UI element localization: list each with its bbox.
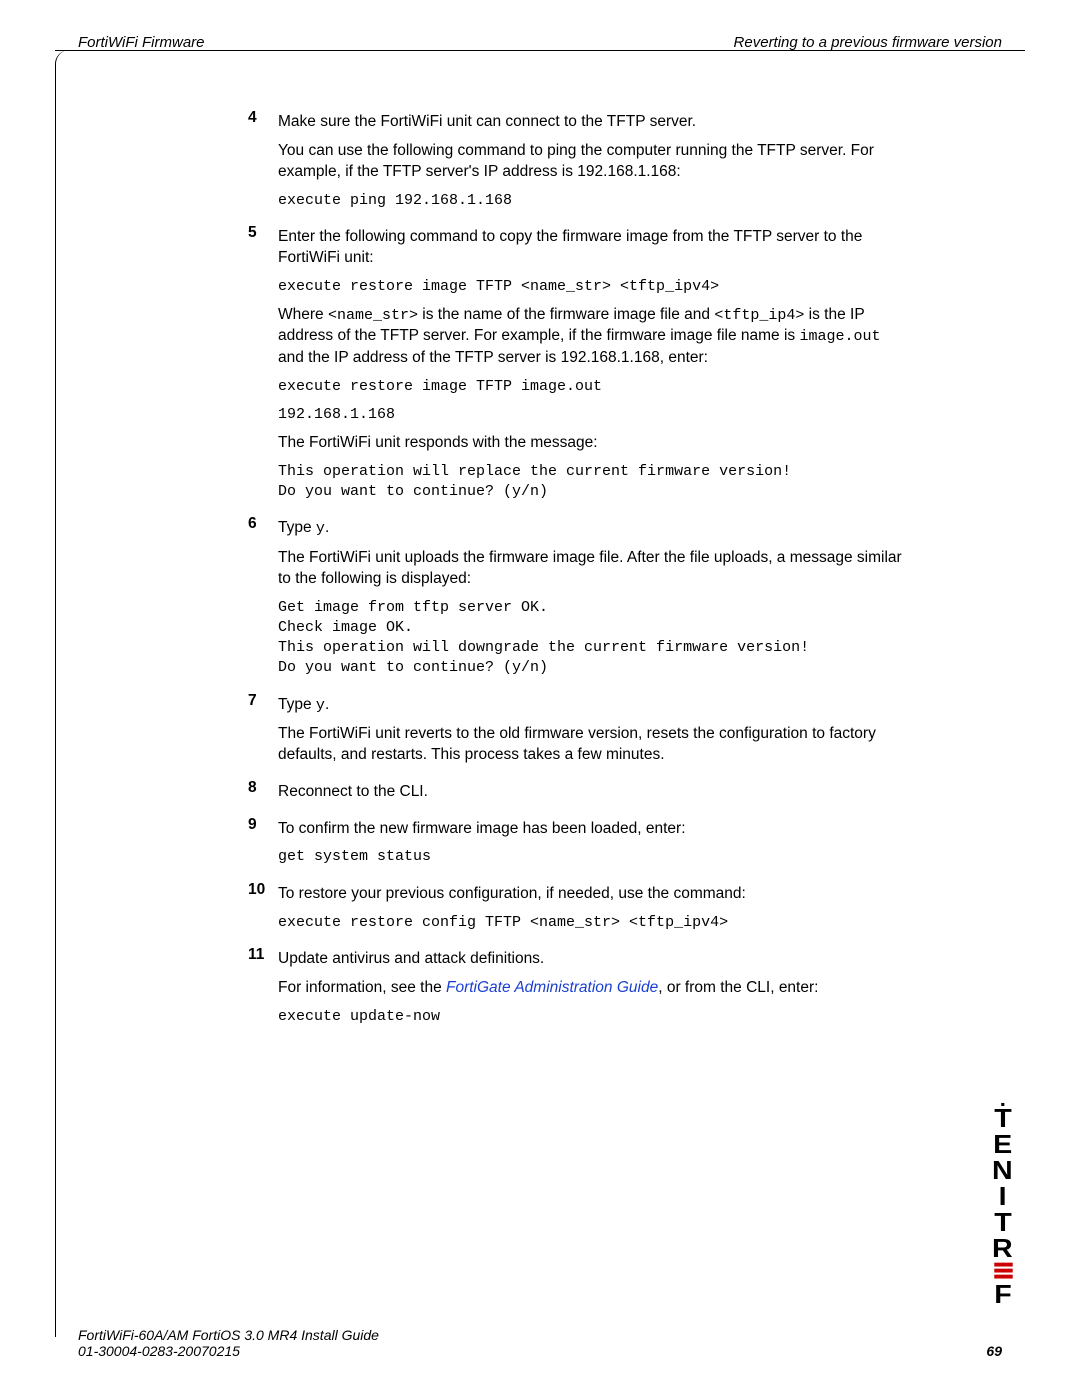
step-number: 4 xyxy=(248,108,278,127)
text-run: , or from the CLI, enter: xyxy=(658,979,818,996)
footer-text: FortiWiFi-60A/AM FortiOS 3.0 MR4 Install… xyxy=(78,1327,379,1359)
page-frame-left xyxy=(55,50,70,1337)
brand-letter: N xyxy=(992,1157,1013,1183)
text-run: is the name of the firmware image file a… xyxy=(418,306,714,323)
step-number: 6 xyxy=(248,514,278,533)
inline-code: y xyxy=(316,697,325,714)
paragraph: Make sure the FortiWiFi unit can connect… xyxy=(278,112,910,133)
brand-letter: R xyxy=(992,1235,1013,1261)
step-body: To confirm the new firmware image has be… xyxy=(278,815,910,876)
step: 5Enter the following command to copy the… xyxy=(248,223,910,510)
brand-dots-icon: ■■■■■■■■■ xyxy=(997,1262,1009,1280)
step-body: Reconnect to the CLI. xyxy=(278,778,910,811)
text-run: . xyxy=(325,696,329,713)
paragraph: To confirm the new firmware image has be… xyxy=(278,819,910,840)
step-number: 7 xyxy=(248,691,278,710)
step: 9To confirm the new firmware image has b… xyxy=(248,815,910,876)
code-block: This operation will replace the current … xyxy=(278,462,910,503)
step-body: Update antivirus and attack definitions.… xyxy=(278,945,910,1035)
text-run: . xyxy=(325,519,329,536)
text-run: For information, see the xyxy=(278,979,446,996)
code-block: 192.168.1.168 xyxy=(278,405,910,425)
code-block: execute ping 192.168.1.168 xyxy=(278,191,910,211)
code-block: execute restore image TFTP image.out xyxy=(278,377,910,397)
page: FortiWiFi Firmware Reverting to a previo… xyxy=(0,0,1080,1397)
paragraph: You can use the following command to pin… xyxy=(278,141,910,183)
inline-link[interactable]: FortiGate Administration Guide xyxy=(446,979,658,996)
brand-letter: E xyxy=(993,1131,1012,1157)
step-number: 11 xyxy=(248,945,278,964)
code-block: execute restore image TFTP <name_str> <t… xyxy=(278,277,910,297)
header-right: Reverting to a previous firmware version xyxy=(734,34,1002,51)
inline-code: <name_str> xyxy=(328,307,418,324)
step-number: 8 xyxy=(248,778,278,797)
paragraph: The FortiWiFi unit uploads the firmware … xyxy=(278,548,910,590)
step-number: 10 xyxy=(248,880,278,899)
footer-line2: 01-30004-0283-20070215 xyxy=(78,1343,379,1359)
inline-code: image.out xyxy=(799,328,880,345)
paragraph: Where <name_str> is the name of the firm… xyxy=(278,305,910,368)
header-left: FortiWiFi Firmware xyxy=(78,34,205,51)
text-run: Type xyxy=(278,519,316,536)
text-run: Where xyxy=(278,306,328,323)
paragraph: Type y. xyxy=(278,518,910,539)
step-body: Type y. The FortiWiFi unit reverts to the… xyxy=(278,691,910,774)
paragraph: To restore your previous configuration, … xyxy=(278,884,910,905)
step-number: 5 xyxy=(248,223,278,242)
inline-code: <tftp_ip4> xyxy=(714,307,804,324)
text-run: Type xyxy=(278,696,316,713)
paragraph: The FortiWiFi unit reverts to the old fi… xyxy=(278,724,910,766)
step-body: Enter the following command to copy the … xyxy=(278,223,910,510)
step: 7Type y. The FortiWiFi unit reverts to th… xyxy=(248,691,910,774)
step: 4Make sure the FortiWiFi unit can connec… xyxy=(248,108,910,219)
step: 8Reconnect to the CLI. xyxy=(248,778,910,811)
step: 6Type y. The FortiWiFi unit uploads the f… xyxy=(248,514,910,686)
header-rule xyxy=(55,50,1025,51)
brand-letter: F xyxy=(994,1281,1011,1307)
paragraph: Update antivirus and attack definitions. xyxy=(278,949,910,970)
brand-logo: .TENITR■■■■■■■■■F xyxy=(993,1095,1012,1307)
page-number: 69 xyxy=(986,1343,1002,1359)
code-block: get system status xyxy=(278,847,910,867)
step-body: Make sure the FortiWiFi unit can connect… xyxy=(278,108,910,219)
code-block: Get image from tftp server OK. Check ima… xyxy=(278,598,910,679)
step-number: 9 xyxy=(248,815,278,834)
step-body: Type y. The FortiWiFi unit uploads the fi… xyxy=(278,514,910,686)
footer: FortiWiFi-60A/AM FortiOS 3.0 MR4 Install… xyxy=(78,1327,1002,1359)
step-body: To restore your previous configuration, … xyxy=(278,880,910,941)
brand-letter: T xyxy=(994,1105,1011,1131)
step: 11Update antivirus and attack definition… xyxy=(248,945,910,1035)
code-block: execute restore config TFTP <name_str> <… xyxy=(278,913,910,933)
code-block: execute update-now xyxy=(278,1007,910,1027)
paragraph: For information, see the FortiGate Admin… xyxy=(278,978,910,999)
brand-letter: I xyxy=(999,1183,1007,1209)
paragraph: Enter the following command to copy the … xyxy=(278,227,910,269)
paragraph: Type y. xyxy=(278,695,910,716)
brand-letter: T xyxy=(994,1209,1011,1235)
step: 10To restore your previous configuration… xyxy=(248,880,910,941)
inline-code: y xyxy=(316,520,325,537)
text-run: and the IP address of the TFTP server is… xyxy=(278,349,708,366)
content-area: 4Make sure the FortiWiFi unit can connec… xyxy=(248,108,910,1039)
footer-line1: FortiWiFi-60A/AM FortiOS 3.0 MR4 Install… xyxy=(78,1327,379,1343)
paragraph: Reconnect to the CLI. xyxy=(278,782,910,803)
paragraph: The FortiWiFi unit responds with the mes… xyxy=(278,433,910,454)
